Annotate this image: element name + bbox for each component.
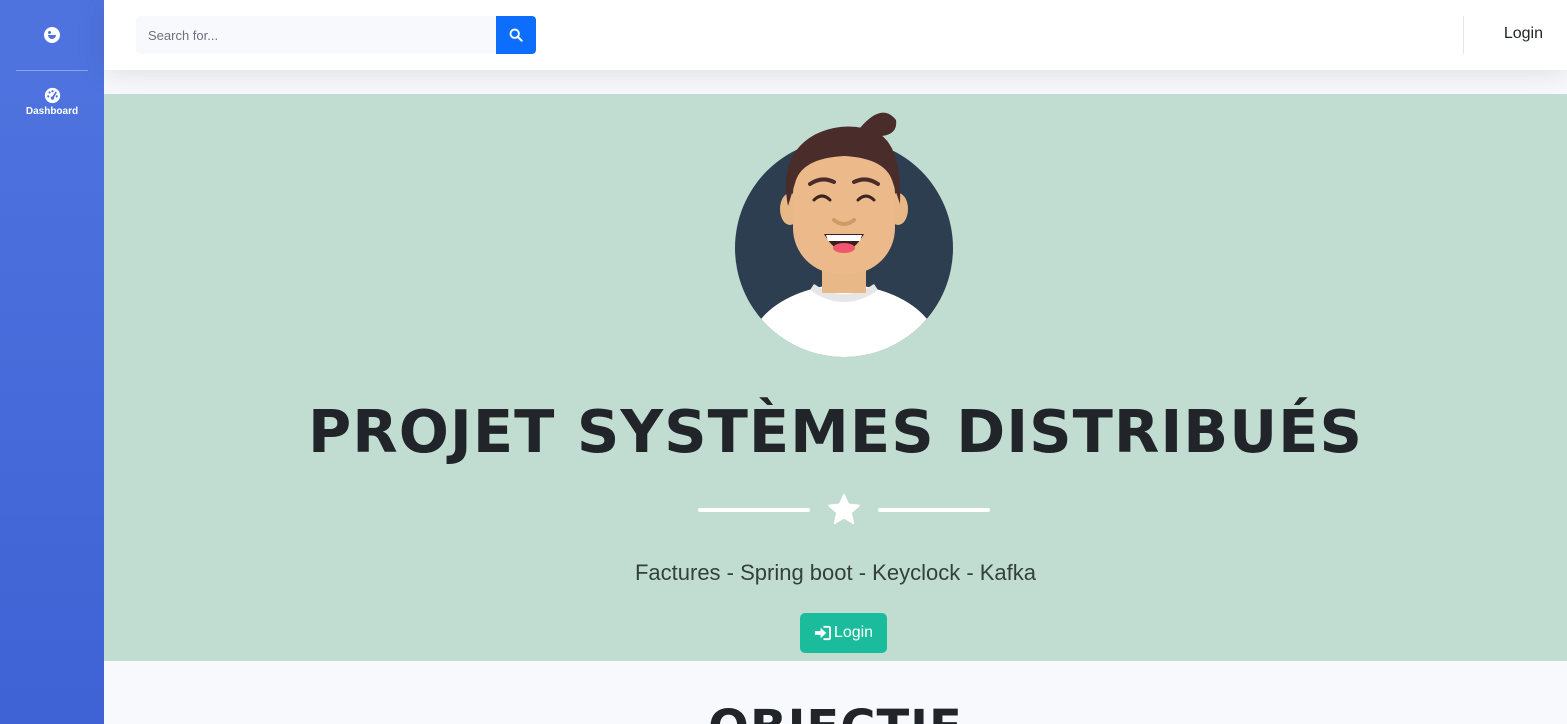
topbar: Login	[104, 0, 1567, 70]
divider-line-left	[698, 508, 810, 512]
page-title: PROJET SYSTÈMES DISTRIBUÉS	[308, 397, 1363, 466]
search-icon	[509, 28, 523, 42]
sidebar-item-dashboard[interactable]: Dashboard	[0, 71, 104, 117]
star-divider	[698, 492, 990, 528]
smile-icon	[44, 27, 60, 43]
masthead: PROJET SYSTÈMES DISTRIBUÉS Factures - Sp…	[104, 94, 1567, 661]
search-button[interactable]	[496, 16, 536, 54]
login-button-label: Login	[833, 624, 874, 641]
divider-line-right	[878, 508, 990, 512]
avatar-illustration	[735, 112, 953, 357]
section-title-objectif: OBJECTIF	[104, 700, 1567, 724]
sidebar-item-label: Dashboard	[25, 106, 79, 117]
star-icon	[828, 493, 860, 525]
sidebar: Dashboard	[0, 0, 104, 724]
sidebar-brand[interactable]	[0, 0, 104, 70]
masthead-login-button[interactable]: Login	[800, 613, 887, 653]
masthead-subtitle: Factures - Spring boot - Keyclock - Kafk…	[634, 560, 1037, 585]
search-input[interactable]	[136, 16, 496, 54]
sign-in-icon	[814, 625, 831, 641]
topbar-login-link[interactable]: Login	[1504, 25, 1543, 43]
search-form	[136, 16, 536, 54]
tachometer-icon	[44, 87, 60, 104]
topbar-divider	[1463, 16, 1464, 54]
